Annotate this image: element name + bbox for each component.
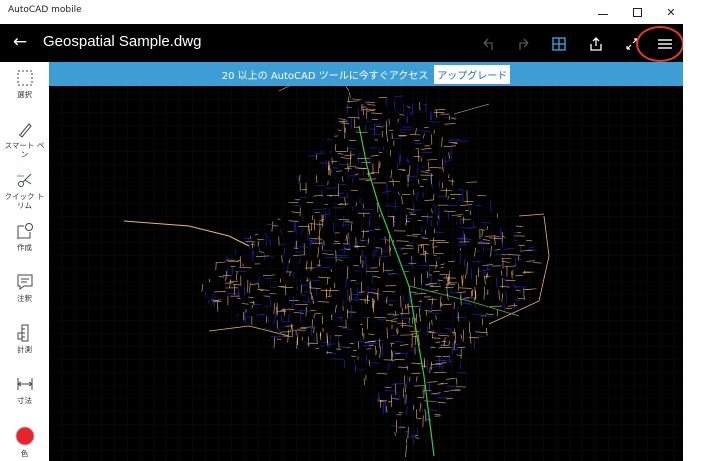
tool-annotate[interactable]: 注釈	[0, 272, 49, 303]
maximize-button[interactable]	[619, 2, 655, 22]
tool-label: 計測	[17, 345, 32, 354]
window-titlebar: AutoCAD mobile ✕	[0, 0, 701, 24]
document-title: Geospatial Sample.dwg	[43, 33, 202, 50]
tool-label: 注釈	[17, 294, 32, 303]
close-window-button[interactable]: ✕	[653, 2, 689, 22]
quick-trim-icon	[16, 173, 31, 187]
maximize-icon	[632, 7, 642, 17]
tool-quick-trim[interactable]: クイック トリム	[0, 170, 49, 210]
right-gutter	[683, 24, 701, 461]
tool-color[interactable]: 色	[0, 425, 49, 458]
cad-drawing	[49, 86, 683, 461]
annotate-icon	[17, 274, 32, 290]
tool-label: 選択	[17, 90, 32, 99]
tool-label: スマート ペン	[4, 141, 45, 159]
tool-dimension[interactable]: 寸法	[0, 374, 49, 405]
redo-icon[interactable]	[512, 33, 534, 55]
measure-icon	[17, 324, 28, 342]
banner-text: 20 以上の AutoCAD ツールに今すぐアクセス	[221, 70, 429, 82]
tool-label: 作成	[17, 243, 32, 252]
smart-pen-icon	[18, 123, 32, 138]
upgrade-banner: 20 以上の AutoCAD ツールに今すぐアクセス アップグレード	[49, 62, 683, 86]
tool-label: クイック トリム	[4, 192, 45, 210]
create-icon	[16, 223, 33, 240]
back-button[interactable]: ←	[8, 32, 32, 54]
tool-select[interactable]: 選択	[0, 68, 49, 99]
grid-background	[49, 86, 683, 461]
hamburger-menu-icon[interactable]	[654, 33, 676, 55]
color-icon	[15, 426, 34, 446]
app-toolbar: ← Geospatial Sample.dwg	[0, 24, 683, 62]
grid-view-icon[interactable]	[548, 33, 570, 55]
dimension-icon	[17, 378, 32, 390]
undo-icon[interactable]	[478, 33, 500, 55]
tool-panel: 選択 スマート ペン クイック トリム 作成 注釈 計測 寸法 色	[0, 62, 49, 461]
select-icon	[17, 70, 32, 86]
minimize-icon	[598, 13, 608, 15]
close-icon: ✕	[666, 5, 676, 19]
upgrade-button[interactable]: アップグレード	[434, 64, 511, 84]
tool-label: 色	[20, 449, 29, 458]
tool-smart-pen[interactable]: スマート ペン	[0, 119, 49, 159]
tool-measure[interactable]: 計測	[0, 323, 49, 354]
tool-label: 寸法	[17, 396, 32, 405]
share-icon[interactable]	[585, 33, 607, 55]
window-title: AutoCAD mobile	[8, 5, 82, 15]
tool-create[interactable]: 作成	[0, 221, 49, 252]
fullscreen-icon[interactable]	[621, 33, 643, 55]
minimize-button[interactable]	[585, 2, 621, 22]
drawing-canvas[interactable]	[49, 86, 683, 461]
